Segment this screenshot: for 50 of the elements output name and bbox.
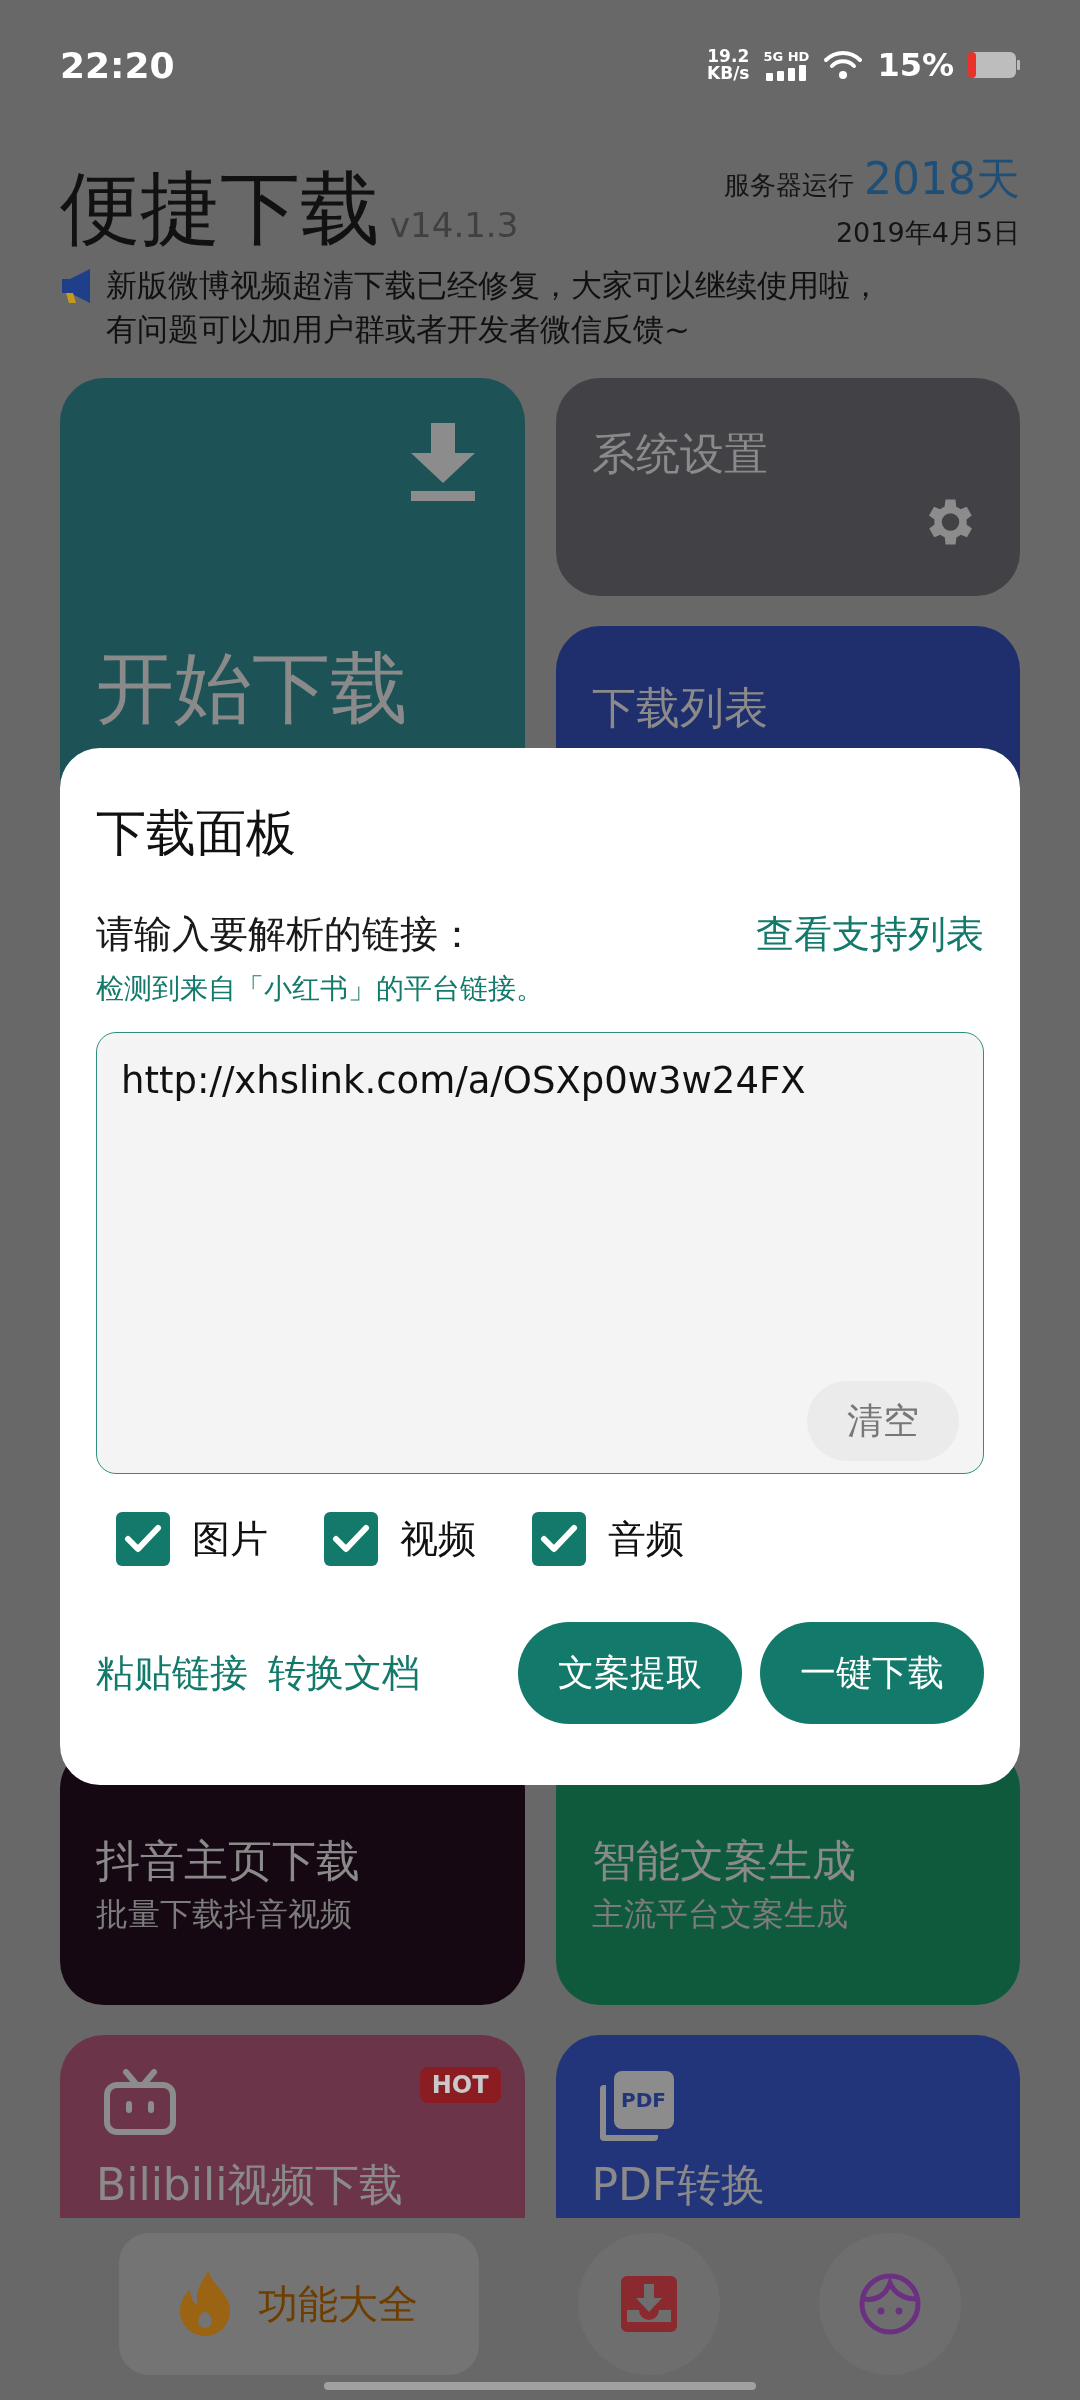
inbox-icon — [621, 2276, 677, 2332]
card-title: 系统设置 — [591, 430, 769, 479]
card-title: 智能文案生成 — [591, 1837, 857, 1886]
app-title: 便捷下载 — [60, 167, 380, 251]
card-title: 开始下载 — [96, 646, 409, 732]
server-days: 2018天 — [864, 150, 1020, 209]
prompt-label: 请输入要解析的链接： — [96, 911, 476, 958]
url-field[interactable]: http://xhslink.com/a/OSXp0w3w24FX 清空 — [96, 1032, 984, 1474]
card-title: 抖音主页下载 — [96, 1837, 361, 1886]
check-icon — [332, 1524, 370, 1554]
action-button[interactable]: 一键下载 — [760, 1622, 984, 1724]
checkbox-label: 图片 — [192, 1515, 268, 1563]
date-label: 2019年4月5日 — [835, 216, 1020, 250]
checkbox[interactable] — [532, 1512, 586, 1566]
hot-badge: HOT — [419, 2067, 501, 2103]
feature-card[interactable]: 系统设置 — [555, 378, 1020, 596]
feature-card[interactable]: PDF PDF转换 — [555, 2035, 1020, 2218]
server-label: 服务器运行 — [724, 169, 854, 202]
action-link[interactable]: 粘贴链接 — [96, 1647, 248, 1699]
feature-card[interactable]: HOT Bilibili视频下载 — [60, 2035, 525, 2218]
notice-text: 有问题可以加用户群或者开发者微信反馈~ — [106, 310, 691, 349]
card-title: PDF转换 — [591, 2161, 767, 2210]
card-title: Bilibili视频下载 — [96, 2161, 405, 2210]
checkbox[interactable] — [324, 1512, 378, 1566]
card-subtitle: 主流平台文案生成 — [591, 1894, 849, 1936]
wifi-icon — [823, 49, 864, 81]
card-title: 下载列表 — [591, 684, 769, 733]
check-icon — [124, 1524, 162, 1554]
checkbox[interactable] — [116, 1512, 170, 1566]
face-icon — [858, 2273, 921, 2335]
checkbox-label: 视频 — [400, 1515, 476, 1563]
tv-icon — [104, 2069, 176, 2135]
detected-platform-text: 检测到来自「小红书」的平台链接。 — [96, 971, 545, 1007]
download-icon — [410, 423, 475, 503]
battery-icon — [968, 52, 1020, 78]
network-speed: 19.2 KB/s — [707, 48, 750, 82]
signal-icon — [766, 64, 807, 81]
network-type: 5G HD — [763, 49, 810, 63]
card-subtitle: 批量下载抖音视频 — [96, 1894, 353, 1936]
flame-icon — [180, 2271, 231, 2337]
dialog-title: 下载面板 — [96, 803, 297, 864]
battery-percent: 15% — [877, 46, 954, 84]
clock: 22:20 — [60, 44, 175, 86]
action-link[interactable]: 转换文档 — [268, 1647, 420, 1699]
support-list-link[interactable]: 查看支持列表 — [756, 909, 984, 960]
checkbox-label: 音频 — [608, 1515, 684, 1563]
action-button[interactable]: 文案提取 — [518, 1622, 742, 1724]
notice-text: 新版微博视频超清下载已经修复，大家可以继续使用啦， — [106, 266, 881, 305]
clear-button[interactable]: 清空 — [807, 1381, 959, 1461]
check-icon — [540, 1524, 578, 1554]
